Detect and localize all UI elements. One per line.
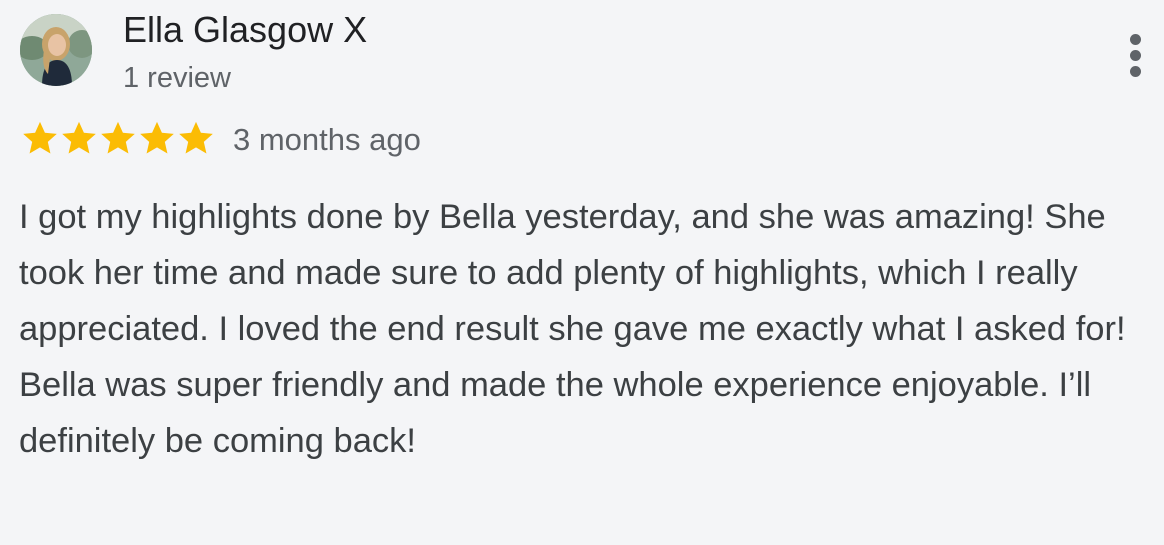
star-icon (23, 121, 57, 154)
reviewer-review-count: 1 review (123, 62, 231, 94)
star-icon (62, 121, 96, 154)
more-vert-icon-dot (1130, 50, 1141, 61)
more-vert-icon (1130, 34, 1141, 45)
star-icon (140, 121, 174, 154)
star-icon (101, 121, 135, 154)
more-vert-icon-dot (1130, 66, 1141, 77)
star-icon (179, 121, 213, 154)
review-card: Ella Glasgow X 1 review 3 months ago I g… (0, 0, 1164, 545)
more-options-button[interactable] (1120, 30, 1152, 80)
review-date: 3 months ago (233, 122, 421, 157)
avatar[interactable] (20, 14, 92, 86)
reviewer-name[interactable]: Ella Glasgow X (123, 9, 367, 51)
star-rating (21, 119, 215, 157)
avatar-image (20, 14, 92, 86)
review-text: I got my highlights done by Bella yester… (19, 198, 1126, 460)
